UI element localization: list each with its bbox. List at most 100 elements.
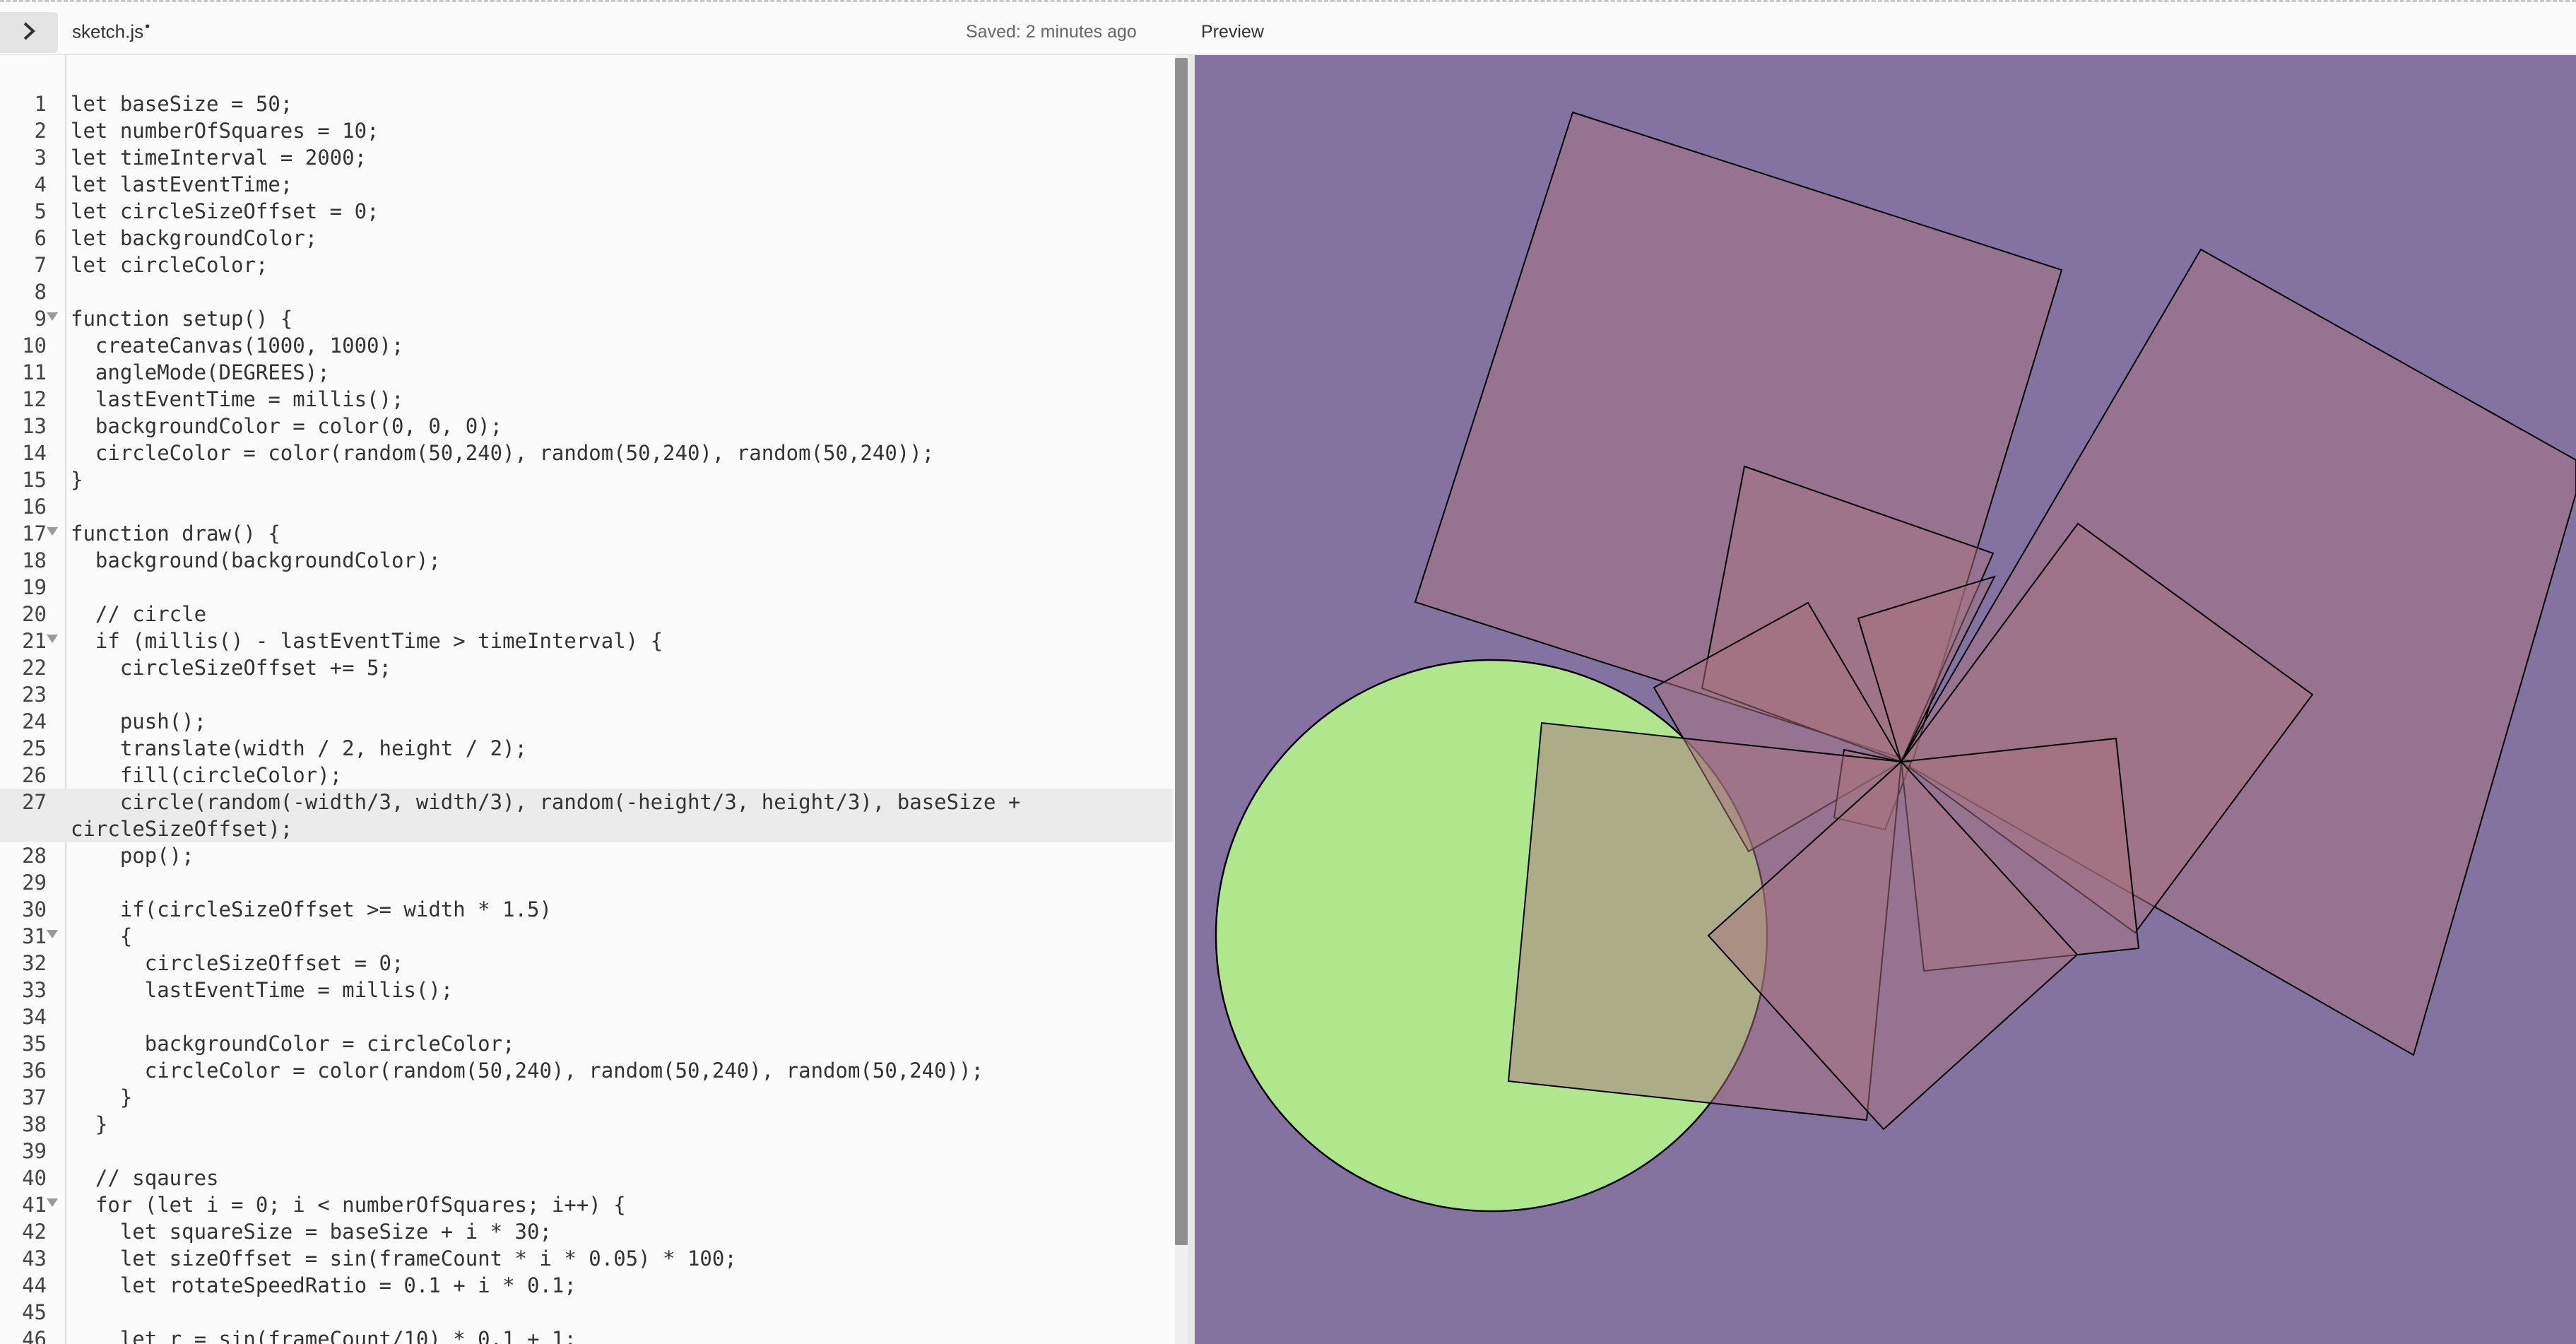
code-text: let baseSize = 50;: [71, 92, 293, 116]
code-line[interactable]: 13 backgroundColor = color(0, 0, 0);: [0, 413, 1173, 440]
code-text: let r = sin(frameCount/10) * 0.1 + 1;: [71, 1327, 577, 1344]
code-line[interactable]: 19: [0, 574, 1173, 601]
line-number: 2: [34, 119, 47, 143]
code-line[interactable]: 29: [0, 869, 1173, 896]
unsaved-indicator: •: [145, 19, 150, 35]
code-line[interactable]: 30 if(circleSizeOffset >= width * 1.5): [0, 896, 1173, 923]
line-number: 36: [22, 1059, 47, 1083]
code-line[interactable]: 1 let baseSize = 50;: [0, 90, 1173, 117]
code-line[interactable]: 27 circle(random(-width/3, width/3), ran…: [0, 789, 1173, 815]
code-line[interactable]: 2 let numberOfSquares = 10;: [0, 117, 1173, 144]
line-number: 27: [22, 790, 47, 814]
fold-arrow-icon[interactable]: [47, 527, 58, 536]
code-line[interactable]: 15}: [0, 466, 1173, 493]
code-line[interactable]: 21 if (millis() - lastEventTime > timeIn…: [0, 627, 1173, 654]
code-line[interactable]: 26 fill(circleColor);: [0, 762, 1173, 789]
code-line[interactable]: 23: [0, 681, 1173, 708]
code-line[interactable]: 33 lastEventTime = millis();: [0, 977, 1173, 1003]
line-number: 7: [34, 253, 47, 277]
line-number: 43: [22, 1246, 47, 1271]
line-number: 21: [22, 629, 47, 653]
code-line[interactable]: 18 background(backgroundColor);: [0, 547, 1173, 574]
code-line[interactable]: 37 }: [0, 1084, 1173, 1111]
code-line[interactable]: 4 let lastEventTime;: [0, 171, 1173, 198]
code-line[interactable]: 32 circleSizeOffset = 0;: [0, 950, 1173, 977]
code-text: function setup() {: [71, 307, 293, 331]
sketch-preview-canvas[interactable]: [1195, 55, 2576, 1344]
editor-scrollbar[interactable]: [1175, 55, 1188, 1344]
code-line[interactable]: 11 angleMode(DEGREES);: [0, 359, 1173, 386]
line-number: 32: [22, 951, 47, 975]
code-line[interactable]: 6 let backgroundColor;: [0, 225, 1173, 252]
code-text: circleColor = color(random(50,240), rand…: [71, 1059, 984, 1083]
code-text: let timeInterval = 2000;: [71, 146, 367, 170]
code-text: if (millis() - lastEventTime > timeInter…: [71, 629, 663, 653]
code-line[interactable]: 39: [0, 1138, 1173, 1165]
code-line[interactable]: 25 translate(width / 2, height / 2);: [0, 735, 1173, 762]
line-number: 30: [22, 897, 47, 921]
code-line[interactable]: 17 function draw() {: [0, 520, 1173, 547]
line-number: 9: [34, 307, 47, 331]
code-line[interactable]: 12 lastEventTime = millis();: [0, 386, 1173, 413]
code-text: circleSizeOffset = 0;: [71, 951, 404, 975]
scrollbar-thumb[interactable]: [1175, 58, 1188, 1245]
line-number: 33: [22, 978, 47, 1002]
line-number: 17: [22, 521, 47, 546]
code-line[interactable]: 7 let circleColor;: [0, 252, 1173, 278]
file-tab[interactable]: sketch.js •: [72, 19, 150, 43]
code-line[interactable]: 24 push();: [0, 708, 1173, 735]
code-line[interactable]: 8: [0, 278, 1173, 305]
sidebar-toggle-button[interactable]: [0, 12, 58, 53]
code-text: let numberOfSquares = 10;: [71, 119, 379, 143]
code-line[interactable]: 5 let circleSizeOffset = 0;: [0, 198, 1173, 225]
line-number: 46: [22, 1327, 47, 1344]
line-number: 3: [34, 146, 47, 170]
code-line[interactable]: 42 let squareSize = baseSize + i * 30;: [0, 1218, 1173, 1245]
line-number: 1: [34, 92, 47, 116]
line-number: 6: [34, 226, 47, 250]
code-text: translate(width / 2, height / 2);: [71, 736, 528, 760]
code-line[interactable]: 36 circleColor = color(random(50,240), r…: [0, 1057, 1173, 1084]
line-number: 5: [34, 199, 47, 223]
code-text: push();: [71, 709, 207, 733]
fold-arrow-icon[interactable]: [47, 635, 58, 643]
editor-header: sketch.js • Saved: 2 minutes ago Preview: [0, 0, 2576, 55]
line-number: 11: [22, 360, 47, 384]
code-line[interactable]: 3 let timeInterval = 2000;: [0, 144, 1173, 171]
code-line[interactable]: 22 circleSizeOffset += 5;: [0, 654, 1173, 681]
code-editor[interactable]: 1 let baseSize = 50; 2 let numberOfSquares …: [0, 55, 1173, 1344]
line-number: 42: [22, 1220, 47, 1244]
code-line[interactable]: 46 let r = sin(frameCount/10) * 0.1 + 1;: [0, 1326, 1173, 1344]
code-text: lastEventTime = millis();: [71, 387, 404, 411]
line-number: 39: [22, 1139, 47, 1163]
code-line[interactable]: 9 function setup() {: [0, 305, 1173, 332]
code-line[interactable]: 20 // circle: [0, 601, 1173, 627]
fold-arrow-icon[interactable]: [47, 1198, 58, 1207]
fold-arrow-icon[interactable]: [47, 930, 58, 938]
code-line[interactable]: 38 }: [0, 1111, 1173, 1138]
code-text: circleSizeOffset += 5;: [71, 656, 391, 680]
code-line[interactable]: 35 backgroundColor = circleColor;: [0, 1030, 1173, 1057]
code-line[interactable]: 16: [0, 493, 1173, 520]
line-number: 10: [22, 334, 47, 358]
code-line[interactable]: 14 circleColor = color(random(50,240), r…: [0, 440, 1173, 466]
code-text: {: [71, 924, 133, 948]
code-text: let rotateSpeedRatio = 0.1 + i * 0.1;: [71, 1273, 577, 1297]
code-text: for (let i = 0; i < numberOfSquares; i++…: [71, 1193, 626, 1217]
line-number: 40: [22, 1166, 47, 1190]
code-line[interactable]: 10 createCanvas(1000, 1000);: [0, 332, 1173, 359]
line-number: 13: [22, 414, 47, 438]
code-line[interactable]: 40 // sqaures: [0, 1165, 1173, 1191]
code-line[interactable]: 31 {: [0, 923, 1173, 950]
fold-arrow-icon[interactable]: [47, 312, 58, 321]
code-line[interactable]: 41 for (let i = 0; i < numberOfSquares; …: [0, 1191, 1173, 1218]
pane-divider[interactable]: [1188, 55, 1195, 1344]
code-line[interactable]: 44 let rotateSpeedRatio = 0.1 + i * 0.1;: [0, 1272, 1173, 1299]
code-text: backgroundColor = color(0, 0, 0);: [71, 414, 503, 438]
code-line[interactable]: 43 let sizeOffset = sin(frameCount * i *…: [0, 1245, 1173, 1272]
code-line[interactable]: 45: [0, 1299, 1173, 1326]
code-line[interactable]: circleSizeOffset);: [0, 815, 1173, 842]
code-line[interactable]: 28 pop();: [0, 842, 1173, 869]
code-line[interactable]: 34: [0, 1003, 1173, 1030]
code-text: if(circleSizeOffset >= width * 1.5): [71, 897, 552, 921]
